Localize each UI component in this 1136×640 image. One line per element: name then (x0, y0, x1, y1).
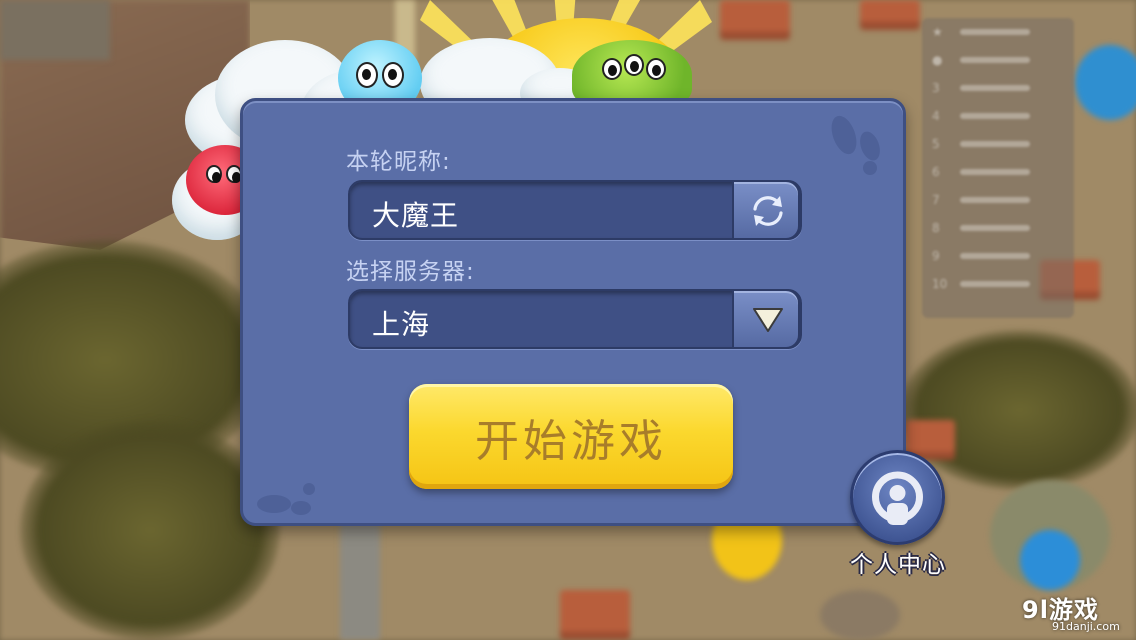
watermark-url: 91danji.com (1052, 620, 1120, 633)
personal-center-button[interactable] (850, 450, 945, 545)
nickname-label: 本轮昵称: (346, 149, 451, 175)
refresh-icon (753, 196, 783, 226)
pawprint-decoration (826, 112, 862, 158)
triangle-down-icon (753, 308, 783, 332)
site-watermark: 9l游戏 91danji.com (1018, 587, 1136, 640)
pawprint-decoration (303, 483, 315, 495)
person-icon (872, 471, 923, 525)
server-value[interactable]: 上海 (372, 303, 430, 343)
server-label: 选择服务器: (346, 259, 475, 285)
server-dropdown-button[interactable] (732, 289, 800, 349)
pawprint-decoration (856, 128, 884, 164)
pawprint-decoration (257, 495, 291, 513)
server-select[interactable]: 上海 (348, 289, 802, 349)
nickname-field[interactable]: 大魔王 (348, 180, 802, 240)
nickname-value[interactable]: 大魔王 (372, 194, 459, 234)
personal-center-label: 个人中心 (850, 552, 946, 578)
refresh-nickname-button[interactable] (732, 180, 800, 240)
scoreboard-blurred: ★ ● 3 4 5 6 7 8 9 10 (922, 18, 1074, 318)
pawprint-decoration (863, 161, 877, 175)
pawprint-decoration (291, 501, 311, 515)
start-game-button[interactable]: 开始游戏 (409, 384, 733, 489)
